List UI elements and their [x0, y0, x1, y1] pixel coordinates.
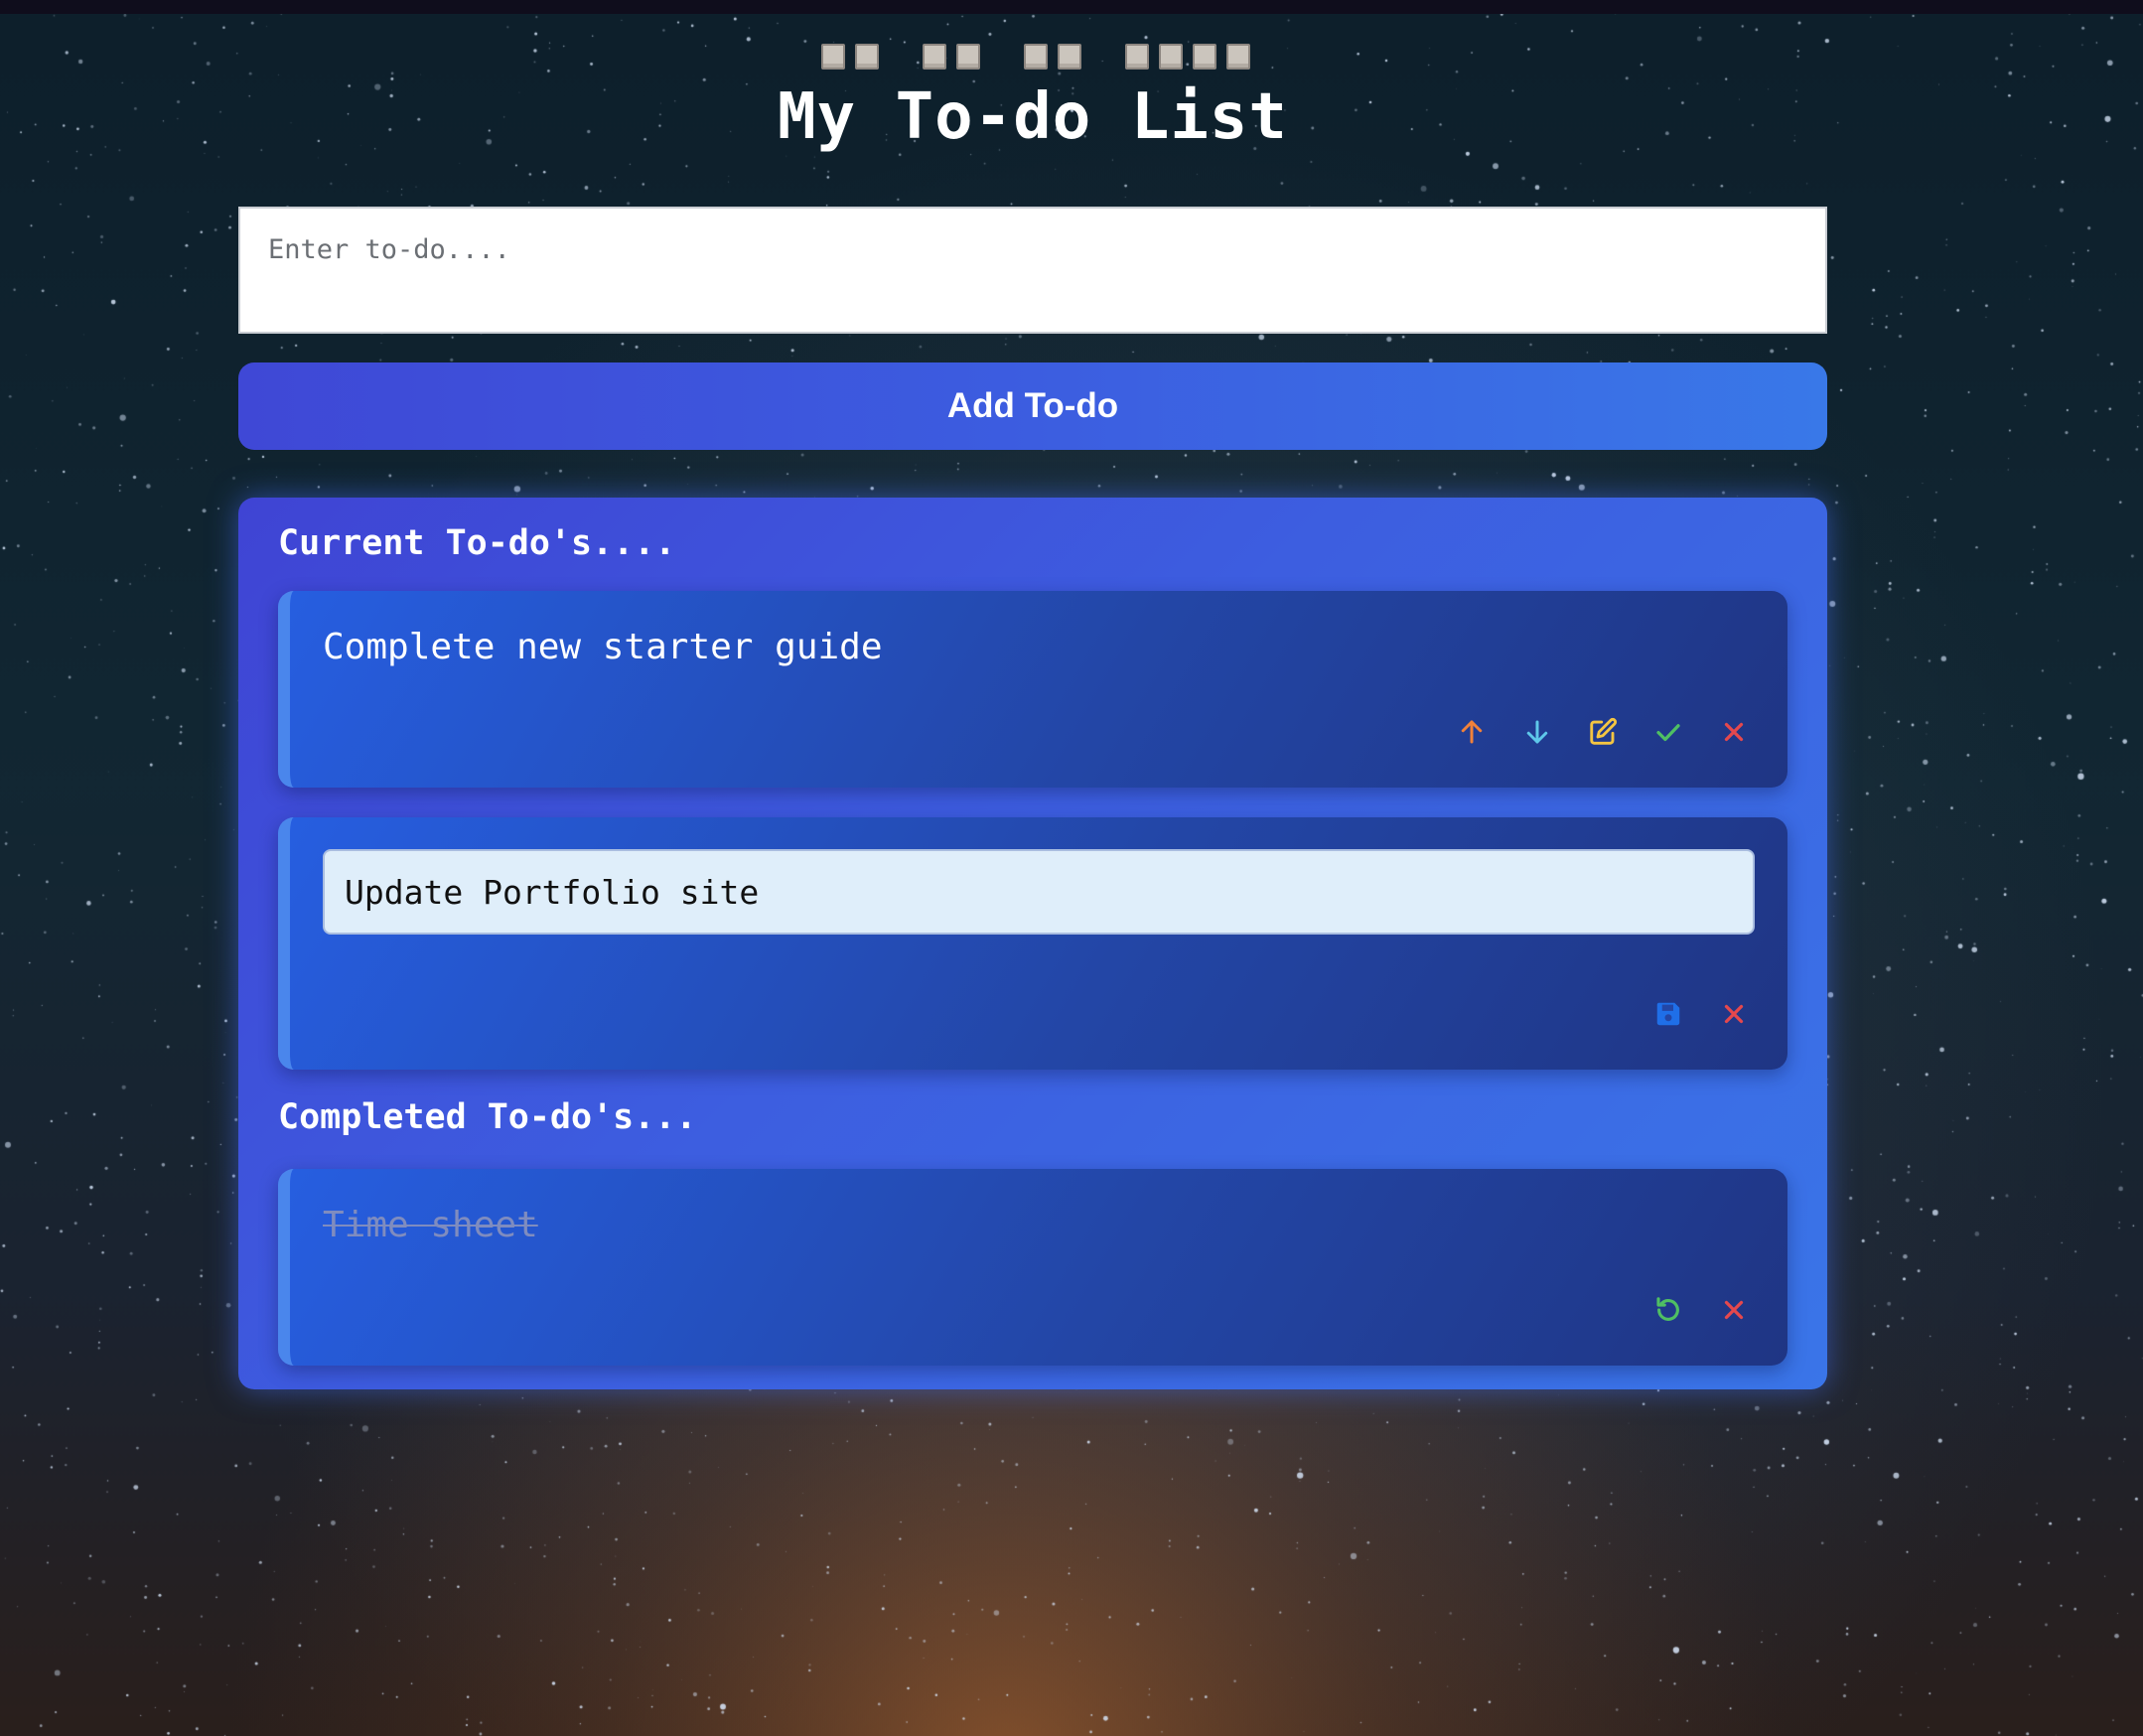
todo-text: Complete new starter guide [323, 627, 883, 667]
missing-glyph-icon [1125, 44, 1149, 70]
close-icon [1724, 1004, 1744, 1024]
check-icon [1656, 724, 1680, 742]
add-todo-button[interactable]: Add To-do [238, 362, 1827, 450]
cancel-edit-button[interactable] [1718, 998, 1750, 1030]
completed-section-title: Completed To-do's... [278, 1097, 697, 1137]
undo-button[interactable] [1652, 1294, 1684, 1326]
glyph-group [1024, 44, 1081, 70]
missing-glyph-icon [1024, 44, 1048, 70]
completed-todo-item: Time sheet [278, 1169, 1787, 1366]
current-section-title: Current To-do's.... [278, 523, 676, 563]
top-bar [0, 0, 2143, 14]
complete-button[interactable] [1652, 716, 1684, 748]
todo-input[interactable] [238, 207, 1827, 334]
undo-icon [1656, 1297, 1679, 1321]
todo-app: My To-do List Add To-do Current To-do's.… [238, 40, 1827, 1389]
missing-glyph-icon [1193, 44, 1216, 70]
todo-actions [1652, 998, 1750, 1030]
arrow-up-icon [1461, 720, 1483, 744]
todo-item: Complete new starter guide [278, 591, 1787, 788]
missing-glyph-icon [1226, 44, 1250, 70]
save-icon [1656, 1002, 1680, 1026]
arrow-down-icon [1526, 720, 1548, 744]
title-glyphs [244, 40, 1827, 73]
glyph-group [1125, 44, 1250, 70]
todo-actions [1652, 1294, 1750, 1326]
missing-glyph-icon [1159, 44, 1183, 70]
completed-todo-text: Time sheet [323, 1205, 538, 1245]
move-down-button[interactable] [1521, 716, 1553, 748]
page-title: My To-do List [778, 80, 1288, 154]
close-icon [1724, 722, 1744, 742]
missing-glyph-icon [821, 44, 845, 70]
move-up-button[interactable] [1456, 716, 1488, 748]
header: My To-do List [238, 40, 1827, 153]
delete-button[interactable] [1718, 1294, 1750, 1326]
missing-glyph-icon [1058, 44, 1081, 70]
missing-glyph-icon [855, 44, 879, 70]
save-button[interactable] [1652, 998, 1684, 1030]
edit-button[interactable] [1587, 716, 1619, 748]
todo-actions [1456, 716, 1750, 748]
edit-icon [1590, 717, 1618, 745]
delete-button[interactable] [1718, 716, 1750, 748]
missing-glyph-icon [923, 44, 946, 70]
close-icon [1724, 1300, 1744, 1320]
glyph-group [821, 44, 879, 70]
glyph-group [923, 44, 980, 70]
todo-item-editing [278, 817, 1787, 1070]
todo-panel: Current To-do's.... Complete new starter… [238, 498, 1827, 1389]
missing-glyph-icon [956, 44, 980, 70]
edit-todo-input[interactable] [323, 849, 1755, 935]
